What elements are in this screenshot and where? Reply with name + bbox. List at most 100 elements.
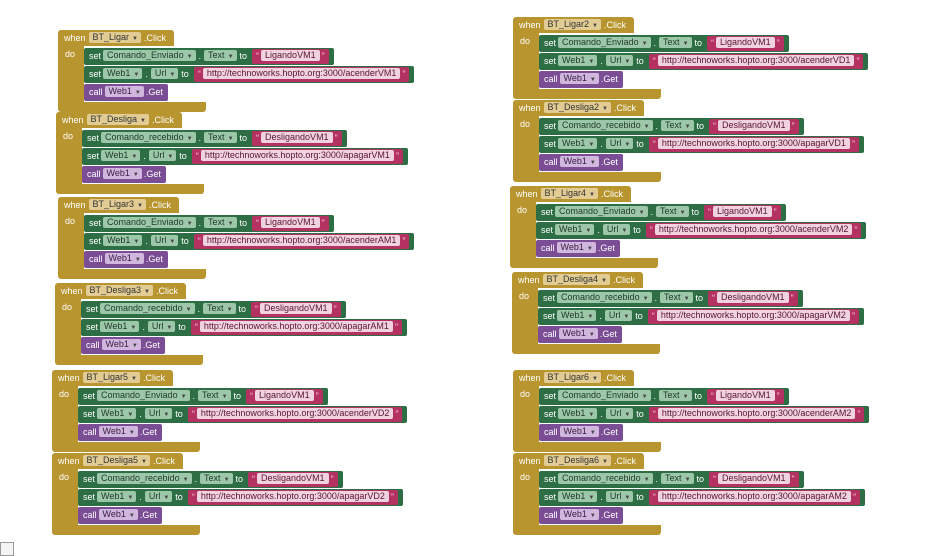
- web-component-dropdown[interactable]: Web1 ▼: [97, 408, 137, 419]
- call-get-statement[interactable]: call Web1 ▼ .Get: [81, 337, 165, 354]
- label-component-dropdown[interactable]: Comando_recebido ▼: [101, 132, 196, 143]
- text-property-dropdown[interactable]: Text ▼: [203, 303, 236, 314]
- event-header[interactable]: when BT_Ligar ▼ .Click: [58, 30, 174, 46]
- call-get-statement[interactable]: call Web1 ▼ .Get: [84, 84, 168, 101]
- url-text-block-value[interactable]: http://technoworks.hopto.org:3000/acende…: [202, 235, 401, 246]
- url-text-block-value[interactable]: http://technoworks.hopto.org:3000/apagar…: [199, 321, 393, 332]
- set-text-statement[interactable]: set Comando_recebido ▼. Text ▼ to “DesligandoV…: [539, 471, 804, 488]
- status-text-block-value[interactable]: LigandoVM1: [255, 390, 314, 401]
- component-dropdown[interactable]: BT_Ligar6 ▼: [543, 372, 601, 383]
- web-component-dropdown[interactable]: Web1 ▼: [559, 73, 599, 84]
- url-text-block[interactable]: “http://technoworks.hopto.org:3000/acend…: [648, 407, 865, 422]
- status-text-block-value[interactable]: LigandoVM1: [713, 206, 772, 217]
- text-property-dropdown[interactable]: Text ▼: [660, 292, 693, 303]
- web-component-dropdown[interactable]: Web1 ▼: [559, 509, 599, 520]
- status-text-block[interactable]: “LigandoVM1”: [246, 389, 323, 404]
- component-dropdown[interactable]: BT_Ligar3 ▼: [88, 199, 146, 210]
- web-component-dropdown[interactable]: Web1 ▼: [101, 150, 141, 161]
- url-text-block[interactable]: “http://technoworks.hopto.org:3000/acend…: [187, 407, 403, 422]
- text-property-dropdown[interactable]: Text ▼: [200, 473, 233, 484]
- url-text-block[interactable]: “http://technoworks.hopto.org:3000/apaga…: [190, 320, 402, 335]
- component-dropdown[interactable]: BT_Desliga5 ▼: [82, 455, 150, 466]
- set-url-statement[interactable]: set Web1 ▼. Url ▼ to “http://technoworks.hopto…: [538, 308, 864, 325]
- text-property-dropdown[interactable]: Text ▼: [198, 390, 231, 401]
- web-component-dropdown[interactable]: Web1 ▼: [555, 224, 595, 235]
- web-component-dropdown[interactable]: Web1 ▼: [558, 55, 598, 66]
- set-url-statement[interactable]: set Web1 ▼. Url ▼ to “http://technoworks.hopto…: [78, 489, 403, 506]
- workspace-corner-control[interactable]: [0, 542, 14, 556]
- url-text-block-value[interactable]: http://technoworks.hopto.org:3000/acende…: [654, 224, 853, 235]
- web-component-dropdown[interactable]: Web1 ▼: [104, 86, 144, 97]
- status-text-block-value[interactable]: LigandoVM1: [716, 390, 775, 401]
- call-get-statement[interactable]: call Web1 ▼ .Get: [78, 424, 162, 441]
- label-component-dropdown[interactable]: Comando_Enviado ▼: [558, 390, 651, 401]
- label-component-dropdown[interactable]: Comando_Enviado ▼: [103, 50, 196, 61]
- status-text-block-value[interactable]: LigandoVM1: [716, 37, 775, 48]
- component-dropdown[interactable]: BT_Desliga ▼: [86, 114, 149, 125]
- label-component-dropdown[interactable]: Comando_recebido ▼: [100, 303, 195, 314]
- status-text-block-value[interactable]: DesligandoVM1: [717, 292, 789, 303]
- set-url-statement[interactable]: set Web1 ▼. Url ▼ to “http://technoworks.hopto…: [536, 222, 867, 239]
- url-property-dropdown[interactable]: Url ▼: [604, 310, 633, 321]
- web-component-dropdown[interactable]: Web1 ▼: [558, 491, 598, 502]
- event-header[interactable]: when BT_Ligar4 ▼ .Click: [510, 186, 631, 202]
- url-text-block-value[interactable]: http://technoworks.hopto.org:3000/acende…: [196, 408, 394, 419]
- web-component-dropdown[interactable]: Web1 ▼: [98, 426, 138, 437]
- url-text-block-value[interactable]: http://technoworks.hopto.org:3000/apagar…: [200, 150, 394, 161]
- label-component-dropdown[interactable]: Comando_recebido ▼: [557, 292, 652, 303]
- url-text-block[interactable]: “http://technoworks.hopto.org:3000/apaga…: [648, 490, 860, 505]
- web-component-dropdown[interactable]: Web1 ▼: [557, 310, 597, 321]
- component-dropdown[interactable]: BT_Desliga4 ▼: [542, 274, 610, 285]
- url-text-block[interactable]: “http://technoworks.hopto.org:3000/apaga…: [187, 490, 398, 505]
- set-url-statement[interactable]: set Web1 ▼. Url ▼ to “http://technoworks.hopto…: [82, 148, 408, 165]
- text-property-dropdown[interactable]: Text ▼: [204, 132, 237, 143]
- set-text-statement[interactable]: set Comando_recebido ▼. Text ▼ to “DesligandoV…: [82, 130, 347, 147]
- event-header[interactable]: when BT_Desliga2 ▼ .Click: [513, 100, 644, 116]
- status-text-block[interactable]: “DesligandoVM1”: [708, 291, 798, 306]
- status-text-block[interactable]: “DesligandoVM1”: [709, 472, 799, 487]
- status-text-block-value[interactable]: DesligandoVM1: [257, 473, 329, 484]
- status-text-block[interactable]: “DesligandoVM1”: [709, 119, 799, 134]
- text-property-dropdown[interactable]: Text ▼: [661, 473, 694, 484]
- event-header[interactable]: when BT_Ligar2 ▼ .Click: [513, 17, 634, 33]
- set-url-statement[interactable]: set Web1 ▼. Url ▼ to “http://technoworks.hopto…: [78, 406, 408, 423]
- status-text-block[interactable]: “DesligandoVM1”: [251, 302, 341, 317]
- web-component-dropdown[interactable]: Web1 ▼: [103, 68, 143, 79]
- set-text-statement[interactable]: set Comando_recebido ▼. Text ▼ to “DesligandoV…: [81, 301, 346, 318]
- web-component-dropdown[interactable]: Web1 ▼: [102, 168, 142, 179]
- status-text-block-value[interactable]: LigandoVM1: [261, 217, 320, 228]
- set-url-statement[interactable]: set Web1 ▼. Url ▼ to “http://technoworks.hopto…: [539, 489, 865, 506]
- status-text-block[interactable]: “LigandoVM1”: [252, 216, 329, 231]
- status-text-block-value[interactable]: DesligandoVM1: [718, 120, 790, 131]
- url-text-block-value[interactable]: http://technoworks.hopto.org:3000/apagar…: [657, 491, 851, 502]
- url-text-block-value[interactable]: http://technoworks.hopto.org:3000/apagar…: [656, 310, 850, 321]
- set-text-statement[interactable]: set Comando_Enviado ▼. Text ▼ to “LigandoVM1”: [536, 204, 786, 221]
- web-component-dropdown[interactable]: Web1 ▼: [101, 339, 141, 350]
- event-header[interactable]: when BT_Desliga6 ▼ .Click: [513, 453, 644, 469]
- call-get-statement[interactable]: call Web1 ▼ .Get: [539, 154, 623, 171]
- url-text-block[interactable]: “http://technoworks.hopto.org:3000/apaga…: [648, 137, 859, 152]
- call-get-statement[interactable]: call Web1 ▼ .Get: [78, 507, 162, 524]
- set-text-statement[interactable]: set Comando_Enviado ▼. Text ▼ to “LigandoVM1”: [539, 388, 789, 405]
- set-url-statement[interactable]: set Web1 ▼. Url ▼ to “http://technoworks.hopto…: [81, 319, 407, 336]
- url-property-dropdown[interactable]: Url ▼: [150, 68, 179, 79]
- status-text-block-value[interactable]: DesligandoVM1: [261, 132, 333, 143]
- url-property-dropdown[interactable]: Url ▼: [150, 235, 179, 246]
- component-dropdown[interactable]: BT_Desliga2 ▼: [543, 102, 611, 113]
- text-property-dropdown[interactable]: Text ▼: [659, 37, 692, 48]
- url-property-dropdown[interactable]: Url ▼: [605, 55, 634, 66]
- status-text-block[interactable]: “LigandoVM1”: [707, 36, 784, 51]
- url-text-block[interactable]: “http://technoworks.hopto.org:3000/acend…: [193, 234, 410, 249]
- set-url-statement[interactable]: set Web1 ▼. Url ▼ to “http://technoworks.hopto…: [539, 136, 864, 153]
- web-component-dropdown[interactable]: Web1 ▼: [98, 509, 138, 520]
- status-text-block-value[interactable]: DesligandoVM1: [260, 303, 332, 314]
- text-property-dropdown[interactable]: Text ▼: [659, 390, 692, 401]
- url-property-dropdown[interactable]: Url ▼: [148, 150, 177, 161]
- label-component-dropdown[interactable]: Comando_Enviado ▼: [558, 37, 651, 48]
- label-component-dropdown[interactable]: Comando_recebido ▼: [558, 473, 653, 484]
- url-text-block-value[interactable]: http://technoworks.hopto.org:3000/apagar…: [657, 138, 850, 149]
- url-text-block[interactable]: “http://technoworks.hopto.org:3000/acend…: [645, 223, 862, 238]
- status-text-block-value[interactable]: LigandoVM1: [261, 50, 320, 61]
- set-url-statement[interactable]: set Web1 ▼. Url ▼ to “http://technoworks.hopto…: [84, 66, 415, 83]
- call-get-statement[interactable]: call Web1 ▼ .Get: [536, 240, 620, 257]
